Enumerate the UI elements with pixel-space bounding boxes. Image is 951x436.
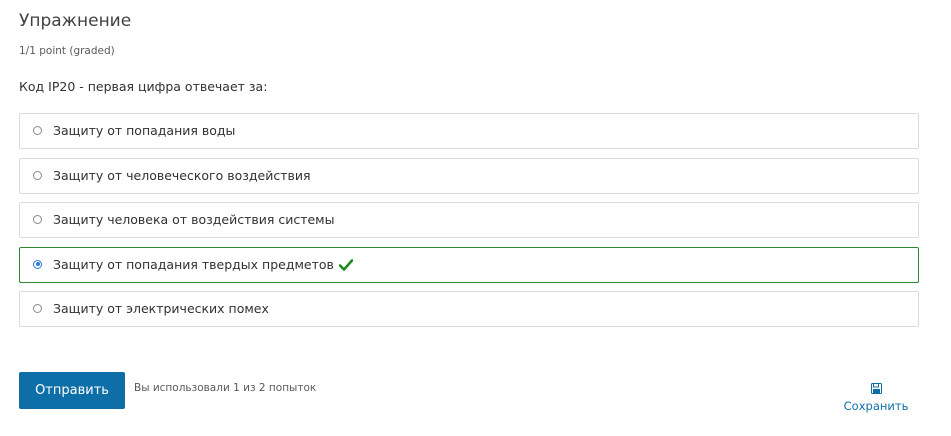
answer-option-2[interactable]: Защиту от человеческого воздействия: [19, 157, 919, 194]
answer-option-1[interactable]: Защиту от попадания воды: [19, 113, 919, 149]
problem-points: 1/1 point (graded): [19, 45, 115, 57]
floppy-disk-icon: [870, 383, 882, 394]
answer-option-label: Защиту от попадания твердых предметов: [53, 256, 334, 272]
answer-option-5[interactable]: Защиту от электрических помех: [19, 291, 919, 327]
save-button[interactable]: Сохранить: [838, 380, 914, 416]
answer-option-label: Защиту от человеческого воздействия: [53, 167, 311, 183]
question-text: Код IP20 - первая цифра отвечает за:: [19, 79, 268, 94]
radio-button-selected[interactable]: [33, 259, 42, 269]
radio-button[interactable]: [33, 126, 42, 135]
radio-button[interactable]: [33, 215, 42, 224]
answer-option-4[interactable]: Защиту от попадания твердых предметов: [19, 246, 919, 283]
problem-container: Упражнение 1/1 point (graded) Код IP20 -…: [0, 0, 951, 436]
radio-button[interactable]: [33, 170, 42, 180]
submit-button[interactable]: Отправить: [19, 372, 125, 409]
problem-title: Упражнение: [19, 11, 132, 31]
attempts-text: Вы использовали 1 из 2 попыток: [134, 382, 317, 394]
answer-option-label: Защиту от электрических помех: [53, 301, 269, 316]
checkmark-icon: [338, 258, 353, 271]
answer-option-label: Защиту от попадания воды: [53, 123, 236, 138]
answer-options: Защиту от попадания воды Защиту от челов…: [19, 113, 919, 336]
save-label: Сохранить: [843, 399, 909, 413]
answer-option-3[interactable]: Защиту человека от воздействия системы: [19, 202, 919, 238]
radio-button[interactable]: [33, 304, 42, 313]
answer-option-label-wrap: Защиту от попадания твердых предметов: [53, 257, 353, 273]
answer-option-label: Защиту человека от воздействия системы: [53, 212, 335, 227]
